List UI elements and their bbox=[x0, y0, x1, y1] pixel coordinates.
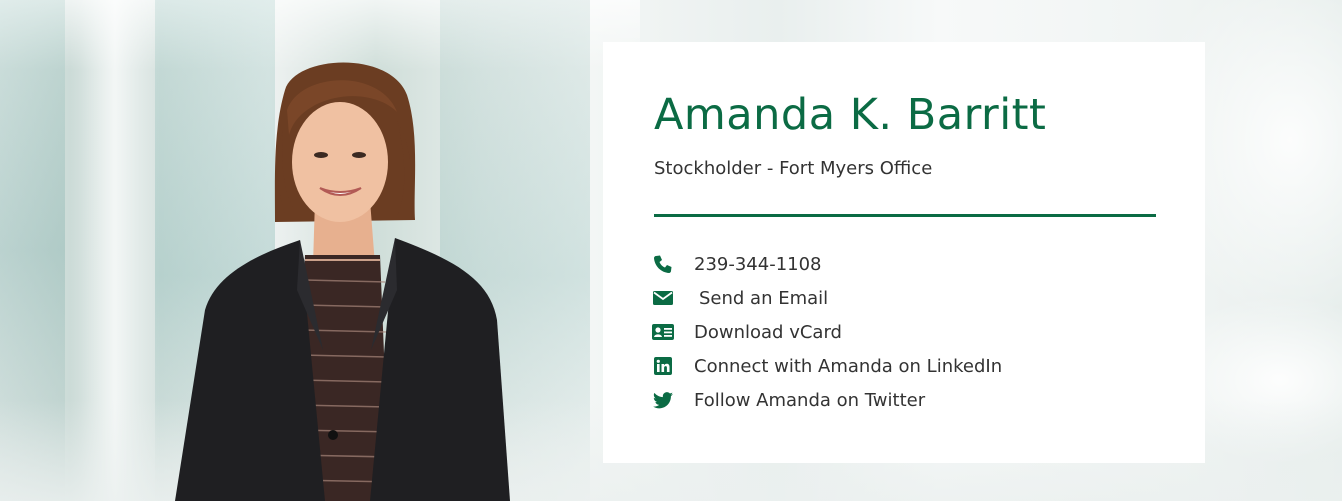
contact-list: 239-344-1108 Send an Email Download vCar… bbox=[652, 247, 1002, 417]
linkedin-link[interactable]: Connect with Amanda on LinkedIn bbox=[652, 349, 1002, 383]
linkedin-label: Connect with Amanda on LinkedIn bbox=[694, 355, 1003, 377]
vcard-link[interactable]: Download vCard bbox=[652, 315, 1002, 349]
profile-card: Amanda K. Barritt Stockholder - Fort Mye… bbox=[603, 42, 1205, 463]
phone-link[interactable]: 239-344-1108 bbox=[652, 247, 1002, 281]
phone-icon bbox=[652, 254, 674, 274]
vcard-icon bbox=[652, 322, 674, 342]
email-label: Send an Email bbox=[699, 287, 829, 309]
profile-photo bbox=[175, 62, 510, 501]
email-link[interactable]: Send an Email bbox=[652, 281, 1002, 315]
phone-number: 239-344-1108 bbox=[694, 253, 822, 275]
twitter-label: Follow Amanda on Twitter bbox=[694, 389, 926, 411]
twitter-link[interactable]: Follow Amanda on Twitter bbox=[652, 383, 1002, 417]
vcard-label: Download vCard bbox=[694, 321, 842, 343]
divider bbox=[654, 214, 1156, 217]
attorney-name: Amanda K. Barritt bbox=[654, 90, 1047, 140]
envelope-icon bbox=[652, 288, 674, 308]
attorney-title: Stockholder - Fort Myers Office bbox=[654, 158, 933, 179]
linkedin-icon bbox=[652, 356, 674, 376]
twitter-icon bbox=[652, 390, 674, 410]
